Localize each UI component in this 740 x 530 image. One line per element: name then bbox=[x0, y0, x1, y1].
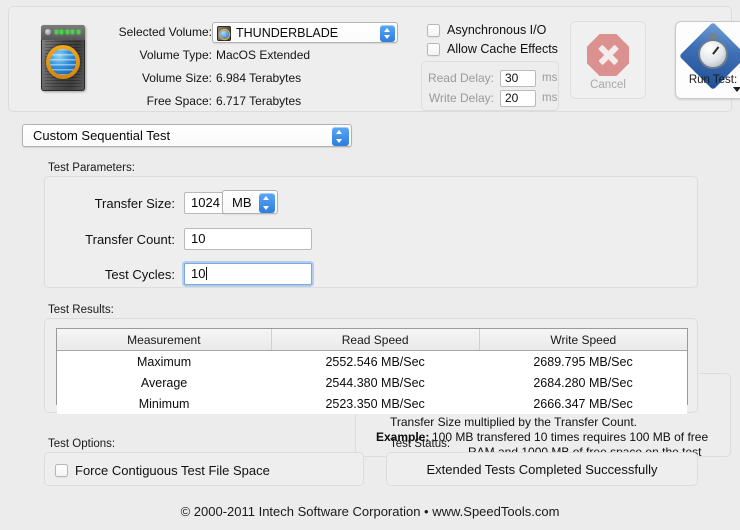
cell-read-speed: 2552.546 MB/Sec bbox=[271, 351, 479, 373]
transfer-count-row: Transfer Count: 10 bbox=[57, 227, 312, 251]
volume-info-panel: Selected Volume: Volume Type: Volume Siz… bbox=[8, 6, 732, 112]
transfer-size-row: Transfer Size: 1024 bbox=[57, 191, 235, 215]
results-table: Measurement Read Speed Write Speed Maxim… bbox=[56, 328, 688, 405]
free-space-value: 6.717 Terabytes bbox=[216, 90, 310, 113]
test-cycles-row: Test Cycles: 10 bbox=[57, 262, 312, 286]
async-io-label: Asynchronous I/O bbox=[447, 23, 546, 37]
selected-volume-dropdown[interactable]: THUNDERBLADE bbox=[212, 22, 398, 43]
checkbox-box[interactable] bbox=[55, 464, 68, 477]
test-options-group-label: Test Options: bbox=[48, 438, 115, 450]
test-status-text: Extended Tests Completed Successfully bbox=[387, 462, 697, 477]
read-delay-row: Read Delay: 30 ms bbox=[422, 69, 557, 87]
footer-copyright: © 2000-2011 Intech Software Corporation … bbox=[0, 504, 740, 519]
hard-drive-icon bbox=[35, 21, 91, 93]
column-header-write-speed: Write Speed bbox=[479, 329, 687, 351]
free-space-label: Free Space: bbox=[107, 90, 212, 113]
volume-type-label: Volume Type: bbox=[107, 44, 212, 67]
test-parameters-group-label: Test Parameters: bbox=[48, 162, 135, 174]
cancel-button[interactable]: Cancel bbox=[570, 21, 646, 99]
allow-cache-effects-checkbox[interactable]: Allow Cache Effects bbox=[427, 42, 558, 56]
requirement-text: Transfer Size multiplied by the Transfer… bbox=[390, 415, 637, 430]
delay-settings-group: Read Delay: 30 ms Write Delay: 20 ms bbox=[421, 61, 559, 111]
checkbox-box[interactable] bbox=[427, 43, 440, 56]
cell-measurement: Maximum bbox=[57, 351, 271, 373]
table-header-row: Measurement Read Speed Write Speed bbox=[57, 329, 687, 351]
test-results-panel: Measurement Read Speed Write Speed Maxim… bbox=[44, 318, 698, 413]
volume-type-value: MacOS Extended bbox=[216, 44, 310, 67]
cell-measurement: Average bbox=[57, 372, 271, 393]
test-options-panel: Force Contiguous Test File Space bbox=[44, 452, 364, 486]
table-row: Minimum 2523.350 MB/Sec 2666.347 MB/Sec bbox=[57, 393, 687, 414]
mini-drive-icon bbox=[217, 26, 231, 41]
test-cycles-label: Test Cycles: bbox=[57, 267, 175, 282]
cell-read-speed: 2544.380 MB/Sec bbox=[271, 372, 479, 393]
volume-size-label: Volume Size: bbox=[107, 67, 212, 90]
test-parameters-panel: Transfer Size: 1024 Transfer Count: 10 T… bbox=[44, 176, 698, 288]
test-cycles-input[interactable]: 10 bbox=[184, 263, 312, 285]
transfer-count-input[interactable]: 10 bbox=[184, 228, 312, 250]
stopwatch-icon bbox=[698, 39, 728, 69]
cell-write-speed: 2666.347 MB/Sec bbox=[479, 393, 687, 414]
write-delay-label: Write Delay: bbox=[422, 91, 494, 105]
test-type-dropdown[interactable]: Custom Sequential Test bbox=[22, 124, 352, 147]
test-status-group-label: Test Status: bbox=[390, 438, 450, 450]
force-contiguous-checkbox[interactable]: Force Contiguous Test File Space bbox=[55, 463, 270, 478]
run-test-button-label: Run Test: bbox=[676, 74, 740, 86]
selected-volume-value: THUNDERBLADE bbox=[236, 25, 338, 42]
write-delay-input[interactable]: 20 bbox=[500, 90, 536, 107]
cell-write-speed: 2689.795 MB/Sec bbox=[479, 351, 687, 373]
cancel-button-label: Cancel bbox=[571, 79, 645, 91]
transfer-size-unit-value: MB bbox=[232, 194, 252, 211]
chevron-updown-icon[interactable] bbox=[259, 193, 275, 213]
allow-cache-effects-label: Allow Cache Effects bbox=[447, 42, 558, 56]
run-test-button[interactable]: Run Test: bbox=[675, 21, 740, 99]
checkbox-box[interactable] bbox=[427, 24, 440, 37]
chevron-updown-icon[interactable] bbox=[380, 25, 395, 42]
table-row: Average 2544.380 MB/Sec 2684.280 MB/Sec bbox=[57, 372, 687, 393]
read-delay-label: Read Delay: bbox=[422, 71, 494, 85]
test-type-value: Custom Sequential Test bbox=[33, 128, 170, 144]
volume-size-value: 6.984 Terabytes bbox=[216, 67, 310, 90]
transfer-size-label: Transfer Size: bbox=[57, 196, 175, 211]
write-delay-unit: ms bbox=[542, 92, 557, 104]
write-delay-row: Write Delay: 20 ms bbox=[422, 89, 557, 107]
example-line-1: 100 MB transfered 10 times requires 100 … bbox=[432, 430, 708, 445]
cell-write-speed: 2684.280 MB/Sec bbox=[479, 372, 687, 393]
volume-info-labels: Selected Volume: Volume Type: Volume Siz… bbox=[107, 21, 212, 113]
test-status-panel: Extended Tests Completed Successfully bbox=[386, 452, 698, 486]
table-row: Maximum 2552.546 MB/Sec 2689.795 MB/Sec bbox=[57, 351, 687, 373]
read-delay-input[interactable]: 30 bbox=[500, 70, 536, 87]
selected-volume-label: Selected Volume: bbox=[107, 21, 212, 44]
chevron-down-icon[interactable] bbox=[733, 87, 740, 92]
transfer-size-unit-dropdown[interactable]: MB bbox=[222, 190, 278, 214]
transfer-count-label: Transfer Count: bbox=[57, 232, 175, 247]
read-delay-unit: ms bbox=[542, 72, 557, 84]
force-contiguous-label: Force Contiguous Test File Space bbox=[75, 463, 270, 478]
stop-octagon-icon bbox=[587, 34, 629, 76]
text-caret bbox=[206, 267, 207, 280]
column-header-measurement: Measurement bbox=[57, 329, 271, 351]
test-results-group-label: Test Results: bbox=[48, 304, 114, 316]
column-header-read-speed: Read Speed bbox=[271, 329, 479, 351]
chevron-updown-icon[interactable] bbox=[332, 127, 349, 146]
cell-measurement: Minimum bbox=[57, 393, 271, 414]
cell-read-speed: 2523.350 MB/Sec bbox=[271, 393, 479, 414]
async-io-checkbox[interactable]: Asynchronous I/O bbox=[427, 23, 546, 37]
test-cycles-value: 10 bbox=[191, 266, 205, 281]
